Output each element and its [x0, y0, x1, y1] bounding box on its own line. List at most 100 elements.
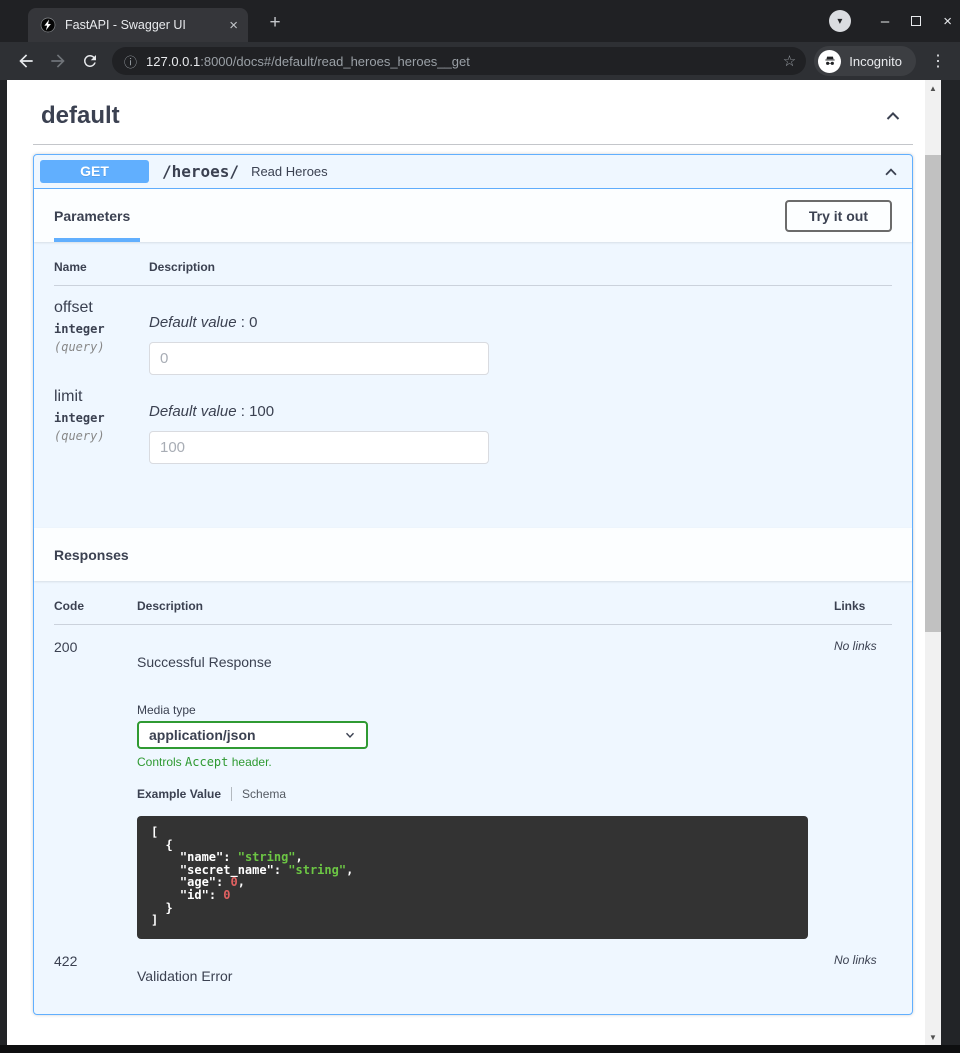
- column-description: Description: [137, 599, 834, 613]
- parameter-name-cell: limit integer (query): [54, 388, 149, 464]
- address-bar[interactable]: ⓘ 127.0.0.1:8000/docs#/default/read_hero…: [112, 47, 806, 75]
- response-description: Validation Error: [137, 968, 834, 984]
- default-value: : 100: [237, 403, 275, 420]
- parameter-row-offset: offset integer (query) Default value : 0: [54, 286, 892, 375]
- accept-message-code: Accept: [185, 755, 228, 769]
- responses-title: Responses: [54, 547, 129, 563]
- accept-message-suffix: header.: [228, 755, 271, 769]
- tab-close-icon[interactable]: ×: [229, 18, 238, 33]
- parameter-location: (query): [54, 340, 149, 354]
- collapse-tag-chevron-up-icon[interactable]: [883, 106, 903, 126]
- tab-example-value[interactable]: Example Value: [137, 787, 221, 801]
- parameter-description: Default value : 100: [149, 403, 892, 420]
- example-schema-tabs: Example Value Schema: [137, 787, 834, 801]
- response-code: 200: [54, 639, 137, 939]
- operation-summary: Read Heroes: [251, 164, 328, 179]
- browser-menu-icon[interactable]: ⋮: [926, 51, 950, 71]
- column-links: Links: [834, 599, 892, 613]
- window-minimize-button[interactable]: –: [881, 14, 889, 29]
- parameters-title: Parameters: [54, 208, 130, 224]
- forward-button[interactable]: [42, 45, 74, 77]
- media-type-value: application/json: [149, 727, 343, 743]
- responses-header: Responses: [34, 528, 912, 581]
- tab-schema[interactable]: Schema: [242, 787, 286, 801]
- column-name: Name: [54, 260, 149, 274]
- media-type-select[interactable]: application/json: [137, 721, 368, 749]
- response-code: 422: [54, 953, 137, 984]
- fastapi-favicon-icon: [40, 17, 56, 33]
- scrollbar-thumb[interactable]: [925, 155, 941, 632]
- browser-titlebar: FastAPI - Swagger UI × + ▾ – ×: [0, 0, 960, 42]
- example-code: [ { "name": "string", "secret_name": "st…: [151, 826, 794, 927]
- incognito-label: Incognito: [849, 54, 902, 69]
- response-description-cell: Successful Response Media type applicati…: [137, 639, 834, 939]
- site-info-icon[interactable]: ⓘ: [124, 52, 137, 71]
- opblock-get-heroes: GET /heroes/ Read Heroes Parameters Try …: [33, 154, 913, 1015]
- parameter-type: integer: [54, 322, 149, 336]
- window-maximize-button[interactable]: [911, 16, 921, 26]
- page-scrollbar[interactable]: ▲ ▼: [925, 80, 941, 1045]
- response-links: No links: [834, 953, 892, 984]
- back-button[interactable]: [10, 45, 42, 77]
- scroll-up-icon[interactable]: ▲: [925, 80, 941, 96]
- tab-title: FastAPI - Swagger UI: [65, 18, 229, 32]
- responses-table: Code Description Links 200 Successful Re…: [34, 581, 912, 1014]
- column-code: Code: [54, 599, 137, 613]
- responses-table-header: Code Description Links: [54, 599, 892, 625]
- default-value-label: Default value: [149, 403, 237, 420]
- collapse-operation-chevron-up-icon[interactable]: [882, 163, 900, 181]
- tab-parameters[interactable]: Parameters: [54, 189, 140, 242]
- incognito-badge: Incognito: [814, 46, 916, 76]
- parameter-row-limit: limit integer (query) Default value : 10…: [54, 375, 892, 464]
- parameters-header: Parameters Try it out: [34, 189, 912, 242]
- scroll-down-icon[interactable]: ▼: [925, 1029, 941, 1045]
- parameter-name: offset: [54, 299, 149, 317]
- page-viewport: default GET /heroes/ Read Heroes: [7, 80, 941, 1045]
- default-value: : 0: [237, 314, 258, 331]
- window-frame-bottom: [0, 1045, 960, 1053]
- url-path: :8000/docs#/default/read_heroes_heroes__…: [200, 54, 470, 69]
- response-row-200: 200 Successful Response Media type appli…: [54, 625, 892, 939]
- try-it-out-button[interactable]: Try it out: [785, 200, 892, 232]
- browser-toolbar: ⓘ 127.0.0.1:8000/docs#/default/read_hero…: [0, 42, 960, 80]
- incognito-icon: [818, 50, 841, 73]
- response-links: No links: [834, 639, 892, 939]
- response-description-cell: Validation Error: [137, 953, 834, 984]
- operation-path: /heroes/: [162, 162, 239, 181]
- response-description: Successful Response: [137, 654, 834, 670]
- tag-section-header[interactable]: default: [33, 94, 913, 145]
- profile-chevron-icon[interactable]: ▾: [829, 10, 851, 32]
- parameter-type: integer: [54, 411, 149, 425]
- opblock-summary[interactable]: GET /heroes/ Read Heroes: [34, 155, 912, 189]
- accept-message-prefix: Controls: [137, 755, 185, 769]
- bookmark-star-icon[interactable]: ☆: [783, 52, 796, 70]
- window-close-button[interactable]: ×: [943, 14, 952, 29]
- window-controls: ▾ – ×: [829, 0, 952, 42]
- tag-title: default: [41, 102, 120, 130]
- column-description: Description: [149, 260, 892, 274]
- parameter-description: Default value : 0: [149, 314, 892, 331]
- parameters-table: Name Description offset integer (query) …: [34, 242, 912, 528]
- tab-separator: [231, 787, 232, 801]
- response-row-422: 422 Validation Error No links: [54, 939, 892, 984]
- media-type-label: Media type: [137, 703, 834, 717]
- limit-input[interactable]: [149, 431, 489, 464]
- accept-header-message: Controls Accept header.: [137, 755, 834, 769]
- url-text[interactable]: 127.0.0.1:8000/docs#/default/read_heroes…: [146, 54, 783, 69]
- new-tab-button[interactable]: +: [262, 11, 288, 37]
- reload-button[interactable]: [74, 45, 106, 77]
- parameter-description-cell: Default value : 0: [149, 299, 892, 375]
- media-type-block: Media type application/json Controls Acc…: [137, 703, 834, 769]
- default-value-label: Default value: [149, 314, 237, 331]
- parameter-description-cell: Default value : 100: [149, 388, 892, 464]
- parameter-name-cell: offset integer (query): [54, 299, 149, 375]
- example-code-block[interactable]: [ { "name": "string", "secret_name": "st…: [137, 816, 808, 939]
- browser-tab[interactable]: FastAPI - Swagger UI ×: [28, 8, 248, 42]
- parameters-table-header: Name Description: [54, 260, 892, 286]
- swagger-page: default GET /heroes/ Read Heroes: [7, 80, 925, 1015]
- url-host: 127.0.0.1: [146, 54, 200, 69]
- offset-input[interactable]: [149, 342, 489, 375]
- parameter-location: (query): [54, 429, 149, 443]
- method-badge[interactable]: GET: [40, 160, 149, 183]
- parameter-name: limit: [54, 388, 149, 406]
